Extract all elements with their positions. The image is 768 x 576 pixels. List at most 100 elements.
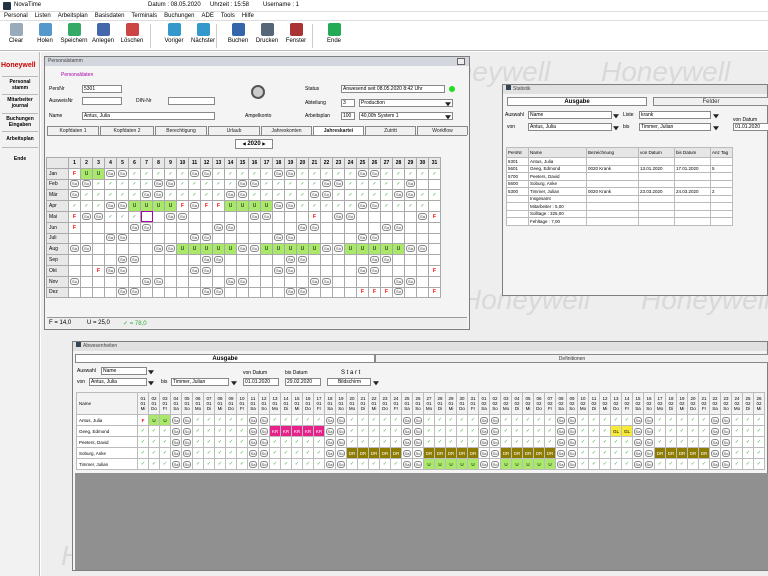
calendar-day-cell[interactable]: [428, 221, 441, 234]
absence-cell[interactable]: So: [489, 425, 501, 437]
calendar-day-cell[interactable]: ✓: [128, 189, 141, 202]
absence-cell[interactable]: ✓: [522, 414, 534, 426]
calendar-day-cell[interactable]: Sa: [236, 243, 249, 256]
calendar-day-cell[interactable]: ✓: [104, 210, 117, 223]
calendar-day-cell[interactable]: Sa: [212, 221, 225, 234]
calendar-day-cell[interactable]: So: [320, 189, 333, 202]
absence-cell[interactable]: DR: [676, 447, 688, 459]
calendar-day-cell[interactable]: ✓: [80, 189, 93, 202]
absence-cell[interactable]: ✓: [665, 414, 677, 426]
menu-5[interactable]: Buchungen: [164, 12, 194, 21]
calendar-day-cell[interactable]: [176, 264, 189, 277]
absence-cell[interactable]: So: [335, 436, 347, 448]
column-header[interactable]: PersNr: [506, 147, 529, 158]
absence-cell[interactable]: ✓: [203, 414, 215, 426]
calendar-day-cell[interactable]: ✓: [344, 189, 357, 202]
calendar-day-cell[interactable]: So: [164, 243, 177, 256]
absence-cell[interactable]: Sa: [170, 458, 182, 470]
calendar-day-cell[interactable]: Sa: [224, 189, 237, 202]
chevron-down-icon[interactable]: [713, 126, 719, 131]
calendar-day-cell[interactable]: [140, 210, 153, 223]
calendar-day-cell[interactable]: [308, 264, 321, 277]
calendar-day-cell[interactable]: U: [188, 243, 201, 256]
absence-cell[interactable]: U: [434, 458, 446, 470]
calendar-day-cell[interactable]: So: [284, 200, 297, 212]
absence-cell[interactable]: Sa: [170, 447, 182, 459]
calendar-day-cell[interactable]: ✓: [164, 167, 177, 180]
absence-cell[interactable]: ✓: [346, 458, 358, 470]
absence-row[interactable]: Geeg, Edmond ✓ ✓ ✓ Sa So ✓ ✓ ✓ ✓ ✓ Sa So KR KR KR KR KR Sa…: [76, 425, 765, 437]
absence-cell[interactable]: ✓: [346, 425, 358, 437]
absence-cell[interactable]: So: [258, 458, 270, 470]
calendar-day-cell[interactable]: [392, 254, 405, 266]
calendar-day-cell[interactable]: [416, 286, 429, 299]
absence-cell[interactable]: Sa: [247, 414, 259, 426]
tab-ausgabe[interactable]: Ausgabe: [507, 97, 647, 106]
calendar-day-cell[interactable]: F: [428, 286, 441, 299]
calendar-day-cell[interactable]: F: [68, 210, 81, 223]
abteilung-select[interactable]: Production: [359, 99, 453, 107]
absence-cell[interactable]: ✓: [511, 436, 523, 448]
absence-cell[interactable]: ✓: [192, 436, 204, 448]
calendar-day-cell[interactable]: [188, 254, 201, 266]
calendar-day-cell[interactable]: [392, 264, 405, 277]
absence-cell[interactable]: ✓: [302, 414, 314, 426]
calendar-day-cell[interactable]: Sa: [356, 232, 369, 245]
calendar-day-cell[interactable]: [272, 275, 285, 288]
absence-cell[interactable]: So: [412, 414, 424, 426]
calendar-day-cell[interactable]: ✓: [92, 178, 105, 191]
calendar-day-cell[interactable]: So: [332, 178, 345, 191]
calendar-day-cell[interactable]: So: [404, 275, 417, 288]
calendar-day-cell[interactable]: ✓: [332, 189, 345, 202]
calendar-day-cell[interactable]: Sa: [188, 232, 201, 245]
calendar-day-cell[interactable]: [152, 221, 165, 234]
calendar-day-cell[interactable]: [68, 254, 81, 266]
calendar-day-cell[interactable]: [248, 254, 261, 266]
calendar-day-cell[interactable]: F: [308, 210, 321, 223]
calendar-day-cell[interactable]: So: [332, 243, 345, 256]
calendar-day-cell[interactable]: [176, 254, 189, 266]
calendar-day-cell[interactable]: ✓: [416, 189, 429, 202]
absence-cell[interactable]: DR: [698, 447, 710, 459]
absence-cell[interactable]: ✓: [148, 447, 160, 459]
absence-cell[interactable]: ✓: [665, 425, 677, 437]
absence-cell[interactable]: ✓: [577, 436, 589, 448]
absence-cell[interactable]: ✓: [753, 436, 765, 448]
calendar-day-cell[interactable]: So: [200, 264, 213, 277]
calendar-day-cell[interactable]: [284, 275, 297, 288]
absence-cell[interactable]: U: [423, 458, 435, 470]
absence-cell[interactable]: DR: [533, 447, 545, 459]
calendar-day-cell[interactable]: U: [368, 243, 381, 256]
nav-item-mitarbeiter-journal[interactable]: Mitarbeiter journal: [2, 97, 38, 109]
calendar-day-cell[interactable]: Sa: [284, 254, 297, 266]
calendar-day-cell[interactable]: ✓: [104, 189, 117, 202]
absence-cell[interactable]: ✓: [676, 414, 688, 426]
absence-cell[interactable]: ✓: [269, 447, 281, 459]
absence-cell[interactable]: So: [181, 425, 193, 437]
calendar-day-cell[interactable]: Sa: [200, 254, 213, 266]
calendar-day-cell[interactable]: So: [68, 275, 81, 288]
calendar-day-cell[interactable]: [92, 286, 105, 299]
calendar-day-cell[interactable]: F: [68, 167, 81, 180]
absence-cell[interactable]: U: [533, 458, 545, 470]
calendar-day-cell[interactable]: [92, 221, 105, 234]
calendar-day-cell[interactable]: [212, 275, 225, 288]
calendar-day-cell[interactable]: [236, 264, 249, 277]
absence-cell[interactable]: ✓: [467, 425, 479, 437]
calendar-day-cell[interactable]: ✓: [176, 178, 189, 191]
calendar-day-cell[interactable]: ✓: [392, 178, 405, 191]
absence-cell[interactable]: ✓: [610, 458, 622, 470]
calendar-day-cell[interactable]: Sa: [80, 210, 93, 223]
absence-cell[interactable]: ✓: [753, 425, 765, 437]
calendar-day-cell[interactable]: U: [140, 200, 153, 212]
absence-cell[interactable]: ✓: [687, 425, 699, 437]
absence-cell[interactable]: DR: [665, 447, 677, 459]
absence-cell[interactable]: ✓: [742, 425, 754, 437]
absence-cell[interactable]: So: [566, 414, 578, 426]
absence-cell[interactable]: ✓: [665, 458, 677, 470]
speichern-button[interactable]: Speichern: [60, 23, 88, 49]
calendar-day-cell[interactable]: Sa: [104, 200, 117, 212]
calendar-day-cell[interactable]: Sa: [104, 167, 117, 180]
absence-cell[interactable]: Sa: [478, 414, 490, 426]
calendar-day-cell[interactable]: F: [356, 286, 369, 299]
